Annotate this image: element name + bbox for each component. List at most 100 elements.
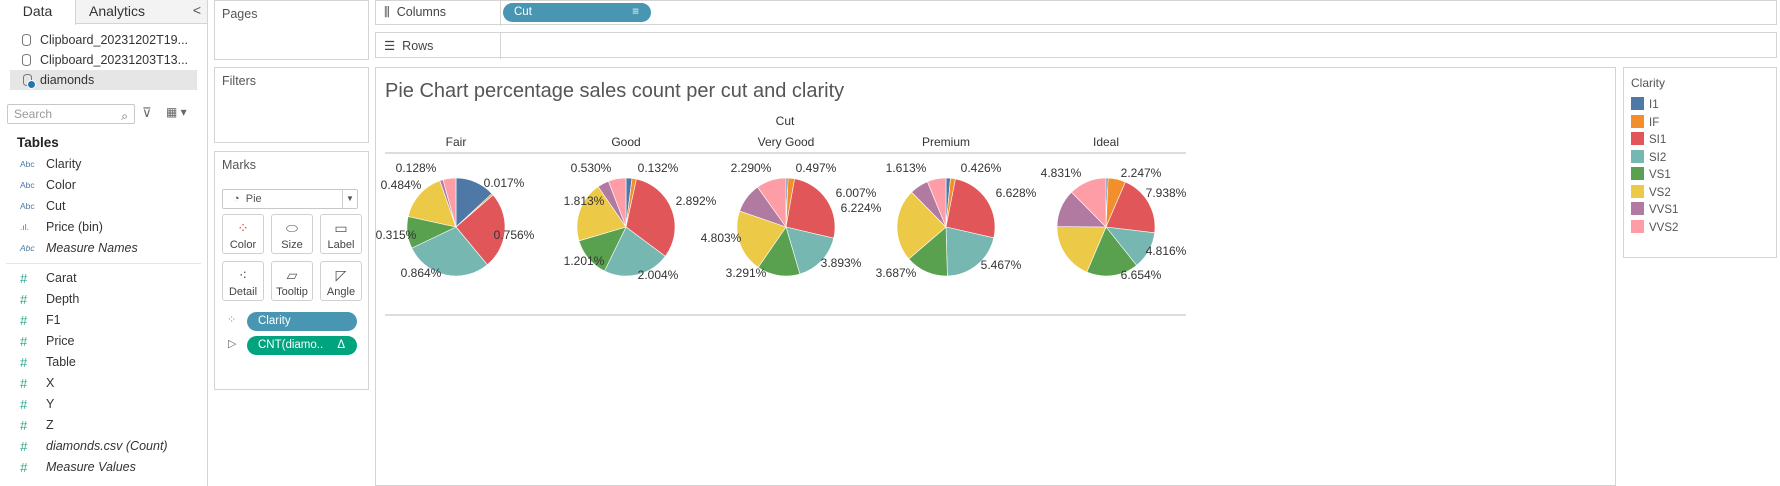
data-label: 0.497% <box>796 161 837 175</box>
legend-swatch <box>1631 114 1644 128</box>
measure-field[interactable]: # Y <box>0 394 207 415</box>
measure-field[interactable]: # diamonds.csv (Count) <box>0 436 207 457</box>
label-icon: ▭ <box>334 220 348 236</box>
filter-icon[interactable]: ⊽ <box>142 105 152 121</box>
legend-item[interactable]: SI2 <box>1631 149 1666 168</box>
mark-type-label: Pie <box>245 193 262 205</box>
number-type-icon: # <box>20 334 28 349</box>
column-header-premium: Premium <box>922 135 970 149</box>
color-button[interactable]: ⁘ Color <box>222 214 264 254</box>
datasource-list: Clipboard_20231202T19... Clipboard_20231… <box>0 24 207 90</box>
datasource-label: Clipboard_20231203T13... <box>40 53 189 67</box>
dimension-field[interactable]: .ıl. Price (bin) <box>0 217 207 238</box>
legend-label: VVS2 <box>1649 221 1679 234</box>
data-label: 3.291% <box>726 266 767 280</box>
field-name: Measure Values <box>46 460 136 474</box>
view-options-icon[interactable]: ▦ ▾ <box>166 105 187 119</box>
delta-icon: Δ <box>337 339 345 351</box>
angle-button[interactable]: ◸ Angle <box>320 261 362 301</box>
legend-item[interactable]: VS1 <box>1631 167 1671 185</box>
datasource-label: diamonds <box>40 73 95 87</box>
number-type-icon: # <box>20 292 28 307</box>
cut-column-pill-label: Cut <box>514 6 532 18</box>
legend-item[interactable]: IF <box>1631 114 1660 133</box>
legend-item[interactable]: VS2 <box>1631 184 1671 203</box>
bin-field-icon: .ıl. <box>20 222 29 232</box>
clarity-color-pill[interactable]: Clarity <box>247 312 357 331</box>
data-label: 4.816% <box>1146 244 1187 258</box>
column-header-ideal: Ideal <box>1093 135 1119 149</box>
size-button[interactable]: ⬭ Size <box>271 214 313 254</box>
legend-swatch <box>1631 184 1644 198</box>
datasource-item[interactable]: Clipboard_20231203T13... <box>0 50 207 70</box>
data-label: 0.530% <box>571 161 612 175</box>
data-label: 4.803% <box>701 231 742 245</box>
legend-item[interactable]: SI1 <box>1631 132 1666 150</box>
field-name: Price <box>46 334 75 348</box>
legend-item[interactable]: I1 <box>1631 97 1659 115</box>
tables-header: Tables <box>17 135 59 150</box>
rows-shelf[interactable]: ☰ Rows <box>375 32 1777 59</box>
collapse-pane-icon[interactable]: < <box>193 2 201 18</box>
tooltip-button[interactable]: ▱ Tooltip <box>271 261 313 301</box>
legend-label: VS1 <box>1649 169 1671 181</box>
color-button-label: Color <box>229 239 257 251</box>
cut-column-pill[interactable]: Cut ≡ <box>503 3 651 22</box>
column-header-cut: Cut <box>776 114 795 128</box>
data-label: 6.224% <box>841 201 882 215</box>
legend-item[interactable]: VVS1 <box>1631 202 1678 220</box>
count-angle-pill[interactable]: CNT(diamo.. Δ <box>247 336 357 355</box>
label-button[interactable]: ▭ Label <box>320 214 362 254</box>
data-pane: Data Analytics < Clipboard_20231202T19..… <box>0 0 208 486</box>
measure-field[interactable]: # F1 <box>0 310 207 331</box>
angle-encoding-icon: ▷ <box>228 338 237 350</box>
rows-shelf-label: ☰ Rows <box>384 38 433 53</box>
dimension-field[interactable]: Abc Color <box>0 175 207 196</box>
measure-field[interactable]: # Measure Values <box>0 457 207 478</box>
data-label: 6.007% <box>836 186 877 200</box>
search-input[interactable]: Search ⌕ <box>7 104 135 124</box>
field-name: Y <box>46 397 55 411</box>
filters-card[interactable]: Filters <box>214 67 369 143</box>
measure-field[interactable]: # Carat <box>0 268 207 289</box>
tab-analytics[interactable]: Analytics <box>77 0 157 24</box>
detail-button[interactable]: ⁖ Detail <box>222 261 264 301</box>
data-label: 6.654% <box>1121 268 1162 282</box>
measure-field[interactable]: # Depth <box>0 289 207 310</box>
measure-field[interactable]: # Z <box>0 415 207 436</box>
search-placeholder: Search <box>14 107 53 121</box>
legend-label: VVS1 <box>1649 204 1679 216</box>
dimension-field[interactable]: Abc Cut <box>0 196 207 217</box>
datasource-item[interactable]: Clipboard_20231202T19... <box>0 30 207 50</box>
rows-icon: ☰ <box>384 39 396 53</box>
shelf-divider <box>500 1 501 26</box>
dimension-field[interactable]: Abc Clarity <box>0 154 207 175</box>
detail-button-label: Detail <box>228 286 258 298</box>
legend-item[interactable]: VVS2 <box>1631 219 1679 238</box>
database-icon <box>22 54 31 66</box>
datasource-item-selected[interactable]: diamonds <box>10 70 197 90</box>
field-name: Table <box>46 355 76 369</box>
pages-card[interactable]: Pages <box>214 0 369 60</box>
number-type-icon: # <box>20 418 28 433</box>
legend-swatch <box>1631 132 1644 145</box>
mark-type-select[interactable]: ◔ Pie ▼ <box>222 189 358 209</box>
measure-field[interactable]: # Table <box>0 352 207 373</box>
measure-field[interactable]: # X <box>0 373 207 394</box>
marks-card: Marks ◔ Pie ▼ ⁘ Color ⬭ Size ▭ Label ⁖ Detai… <box>214 151 369 390</box>
data-label: 2.290% <box>731 161 772 175</box>
label-button-label: Label <box>327 239 355 251</box>
field-name: F1 <box>46 313 61 327</box>
field-name: Carat <box>46 271 77 285</box>
measure-field[interactable]: # Price <box>0 331 207 352</box>
data-label: 7.938% <box>1146 186 1187 200</box>
dimension-field[interactable]: Abc Measure Names <box>0 238 207 259</box>
string-type-icon: Abc <box>20 243 35 253</box>
tab-data[interactable]: Data <box>0 0 76 25</box>
legend-label: IF <box>1649 116 1660 129</box>
database-active-icon <box>23 74 36 89</box>
clarity-legend: Clarity I1 IF SI1 SI2 VS1 VS2 VVS1 VVS2 <box>1623 67 1777 258</box>
field-name: Price (bin) <box>46 220 103 234</box>
legend-swatch <box>1631 97 1644 110</box>
columns-shelf[interactable]: ⫼ Columns Cut ≡ <box>375 0 1777 26</box>
